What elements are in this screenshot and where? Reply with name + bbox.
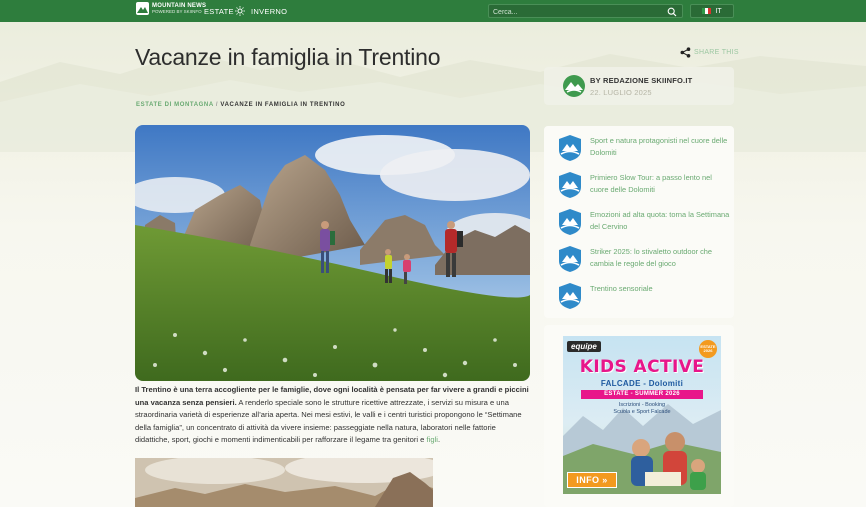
breadcrumb-category-link[interactable]: ESTATE DI MONTAGNA [136, 102, 214, 108]
italian-flag-icon [702, 8, 712, 14]
mountain-news-badge-icon [559, 209, 581, 235]
breadcrumb: ESTATE DI MONTAGNA / VACANZE IN FAMIGLIA… [136, 102, 345, 108]
mountain-logo-icon [136, 2, 149, 15]
related-article-item[interactable]: Sport e natura protagonisti nel cuore de… [557, 134, 727, 164]
mountain-news-logo[interactable]: MOUNTAIN NEWS POWERED BY SKIINFO [136, 2, 206, 15]
mountain-news-badge-icon [559, 246, 581, 272]
ad-season: ESTATE - SUMMER 2026 [581, 390, 703, 399]
skiinfo-author-avatar [563, 75, 585, 97]
related-article-title: Sport e natura protagonisti nel cuore de… [590, 136, 728, 157]
ad-line-school: Scuola e Sport Falcade [613, 409, 671, 415]
season-summer-link[interactable]: ESTATE [204, 7, 234, 16]
mountain-news-badge-icon [559, 135, 581, 161]
related-article-item[interactable]: Primiero Slow Tour: a passo lento nel cu… [557, 171, 727, 201]
top-navigation-bar: MOUNTAIN NEWS POWERED BY SKIINFO ESTATE … [0, 0, 866, 22]
breadcrumb-current: VACANZE IN FAMIGLIA IN TRENTINO [220, 102, 346, 108]
kids-active-ad[interactable]: equipe ESTATE 2026 KIDS ACTIVE FALCADE -… [563, 336, 721, 494]
author-box: BY REDAZIONE SKIINFO.IT 22. LUGLIO 2025 [544, 67, 734, 105]
publish-date: 22. LUGLIO 2025 [590, 88, 652, 97]
search-input[interactable] [493, 7, 663, 17]
share-button[interactable]: SHARE THIS [680, 47, 739, 58]
related-article-title: Emozioni ad alta quota: torna la Settima… [590, 210, 730, 231]
ad-line-booking: Iscrizioni - Booking [618, 402, 666, 408]
ad-badge: ESTATE 2026 [699, 340, 717, 358]
advertisement-container: equipe ESTATE 2026 KIDS ACTIVE FALCADE -… [544, 325, 734, 507]
related-article-title: Striker 2025: lo stivaletto outdoor che … [590, 247, 713, 268]
share-label: SHARE THIS [694, 49, 739, 56]
hero-image [135, 125, 530, 381]
secondary-image [135, 458, 433, 507]
article-intro: Il Trentino è una terra accogliente per … [135, 384, 532, 447]
related-article-item[interactable]: Emozioni ad alta quota: torna la Settima… [557, 208, 730, 238]
ad-subtitle: FALCADE - Dolomiti [600, 379, 684, 388]
season-winter-link[interactable]: INVERNO [251, 7, 287, 16]
related-article-item[interactable]: Striker 2025: lo stivaletto outdoor che … [557, 245, 727, 275]
search-box [488, 4, 683, 18]
mountain-news-badge-icon [559, 283, 581, 309]
related-article-item[interactable]: Trentino sensoriale [557, 282, 727, 312]
figli-link[interactable]: figli [427, 435, 438, 444]
ad-title: KIDS ACTIVE [579, 357, 705, 377]
author-name: BY REDAZIONE SKIINFO.IT [590, 76, 693, 85]
related-article-title: Primiero Slow Tour: a passo lento nel cu… [590, 173, 712, 194]
breadcrumb-separator: / [215, 102, 219, 108]
ad-brand: equipe [567, 341, 601, 352]
language-selector[interactable]: IT [690, 4, 734, 18]
related-article-title: Trentino sensoriale [590, 284, 653, 293]
related-articles: Sport e natura protagonisti nel cuore de… [544, 126, 734, 318]
share-icon [680, 47, 691, 58]
page-title: Vacanze in famiglia in Trentino [135, 44, 441, 70]
ad-info-button[interactable]: INFO » [567, 472, 617, 488]
article-intro-end: . [437, 435, 441, 445]
search-icon[interactable] [667, 7, 677, 17]
language-label: IT [715, 7, 722, 15]
logo-subtitle: POWERED BY SKIINFO [152, 9, 202, 14]
mountain-news-badge-icon [559, 172, 581, 198]
sun-icon[interactable] [235, 6, 245, 16]
